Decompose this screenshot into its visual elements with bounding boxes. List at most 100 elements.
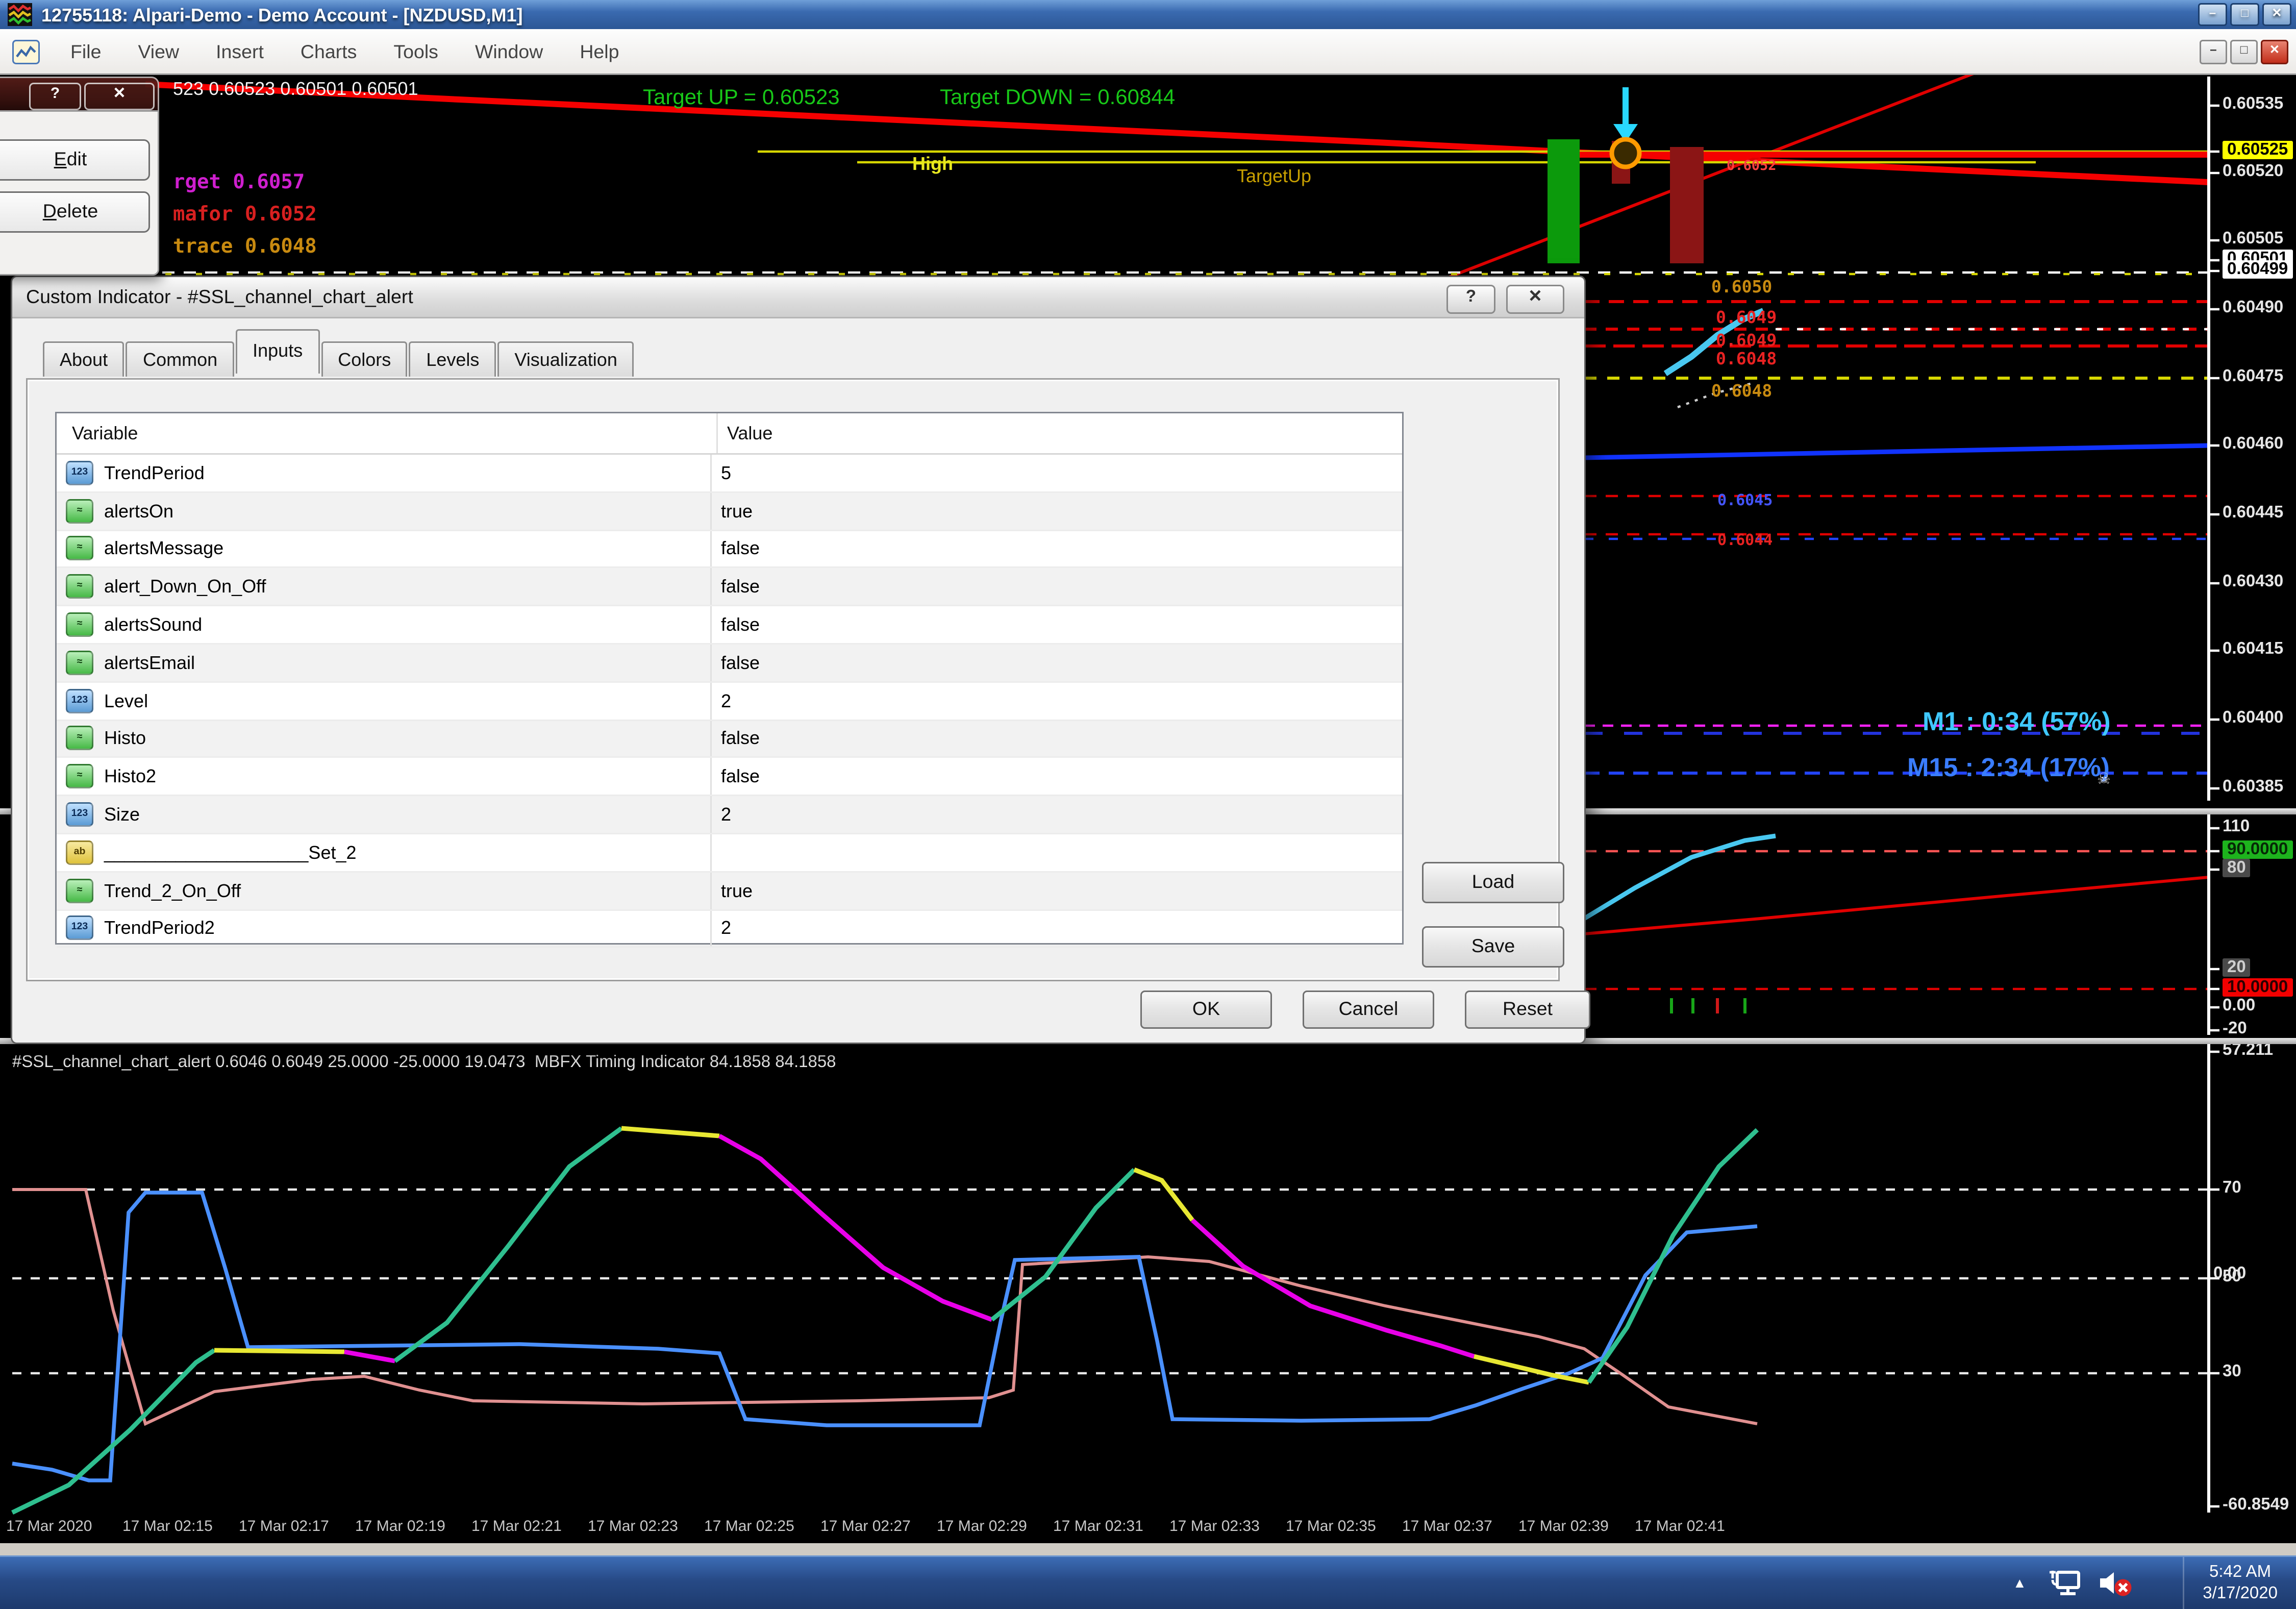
target-up-label: Target UP = 0.60523 xyxy=(643,84,840,109)
chart-minimize-button[interactable]: – xyxy=(2200,39,2227,64)
menu-item-view[interactable]: View xyxy=(119,35,197,68)
table-row[interactable]: 123Level2 xyxy=(57,682,1402,720)
value-cell[interactable]: false xyxy=(712,538,760,559)
boolean-type-icon: ≈ xyxy=(66,612,93,637)
tray-expand-icon[interactable]: ▲ xyxy=(2013,1575,2027,1591)
menu-bar: FileViewInsertChartsToolsWindowHelp – □ … xyxy=(0,29,2296,75)
indicator-readout: rget 0.6057 xyxy=(173,171,317,194)
variable-cell: ≈Histo2 xyxy=(57,758,712,795)
value-cell[interactable]: false xyxy=(712,576,760,598)
boolean-type-icon: ≈ xyxy=(66,764,93,789)
menu-item-window[interactable]: Window xyxy=(457,35,561,68)
dialog-tabs: AboutCommonInputsColorsLevelsVisualizati… xyxy=(43,332,636,377)
maximize-button[interactable]: □ xyxy=(2230,3,2259,26)
ok-button[interactable]: OK xyxy=(1140,991,1272,1029)
chart-restore-button[interactable]: □ xyxy=(2230,39,2258,64)
scale-label: 0.60460 xyxy=(2223,435,2283,453)
value-cell[interactable]: true xyxy=(712,880,753,901)
dialog-title-bar[interactable]: Custom Indicator - #SSL_channel_chart_al… xyxy=(12,277,1584,318)
dialog-help-button[interactable]: ? xyxy=(1446,285,1495,314)
table-row[interactable]: ≈Histo2false xyxy=(57,758,1402,796)
number-type-icon: 123 xyxy=(66,688,93,713)
variable-name: Histo xyxy=(104,728,146,749)
clock[interactable]: 5:42 AM 3/17/2020 xyxy=(2183,1557,2296,1609)
variable-cell: ab____________________Set_2 xyxy=(57,834,712,871)
table-row[interactable]: 123Size2 xyxy=(57,797,1402,834)
string-type-icon: ab xyxy=(66,840,93,865)
variable-name: Size xyxy=(104,804,140,825)
dialog-close-button[interactable]: ✕ xyxy=(1506,285,1564,314)
clock-date: 3/17/2020 xyxy=(2203,1583,2278,1604)
table-row[interactable]: ab____________________Set_2 xyxy=(57,834,1402,872)
close-button[interactable]: ✕ xyxy=(2262,3,2291,26)
minimize-button[interactable]: – xyxy=(2198,3,2227,26)
delete-button[interactable]: Delete xyxy=(0,191,150,233)
menu-item-tools[interactable]: Tools xyxy=(375,35,457,68)
window-bottom-edge xyxy=(0,1543,2296,1555)
table-header: Variable Value xyxy=(57,413,1402,455)
value-cell[interactable]: true xyxy=(712,500,753,522)
scale-label-overlay: 0.00 xyxy=(2213,1265,2246,1283)
price-annotation: 0.6048 xyxy=(1711,381,1772,401)
cancel-button[interactable]: Cancel xyxy=(1303,991,1434,1029)
table-row[interactable]: ≈alert_Down_On_Offfalse xyxy=(57,568,1402,606)
table-row[interactable]: ≈alertsMessagefalse xyxy=(57,531,1402,568)
price-annotation: 0.6048 xyxy=(1716,349,1777,369)
value-cell[interactable]: 2 xyxy=(712,690,731,711)
reset-button[interactable]: Reset xyxy=(1465,991,1590,1029)
popup-title-bar[interactable]: ? ✕ xyxy=(0,77,159,113)
tab-colors[interactable]: Colors xyxy=(321,341,408,377)
value-cell[interactable]: false xyxy=(712,766,760,787)
price-annotation: 0.6045 xyxy=(1717,493,1773,510)
edit-button[interactable]: Edit xyxy=(0,139,150,181)
tab-inputs[interactable]: Inputs xyxy=(236,329,319,374)
table-row[interactable]: ≈alertsEmailfalse xyxy=(57,645,1402,682)
table-row[interactable]: 123TrendPeriod5 xyxy=(57,455,1402,492)
object-popup-window: ? ✕ Edit Delete xyxy=(0,77,156,273)
price-annotation: 0.6052 xyxy=(1727,159,1777,175)
variable-cell: ≈alertsSound xyxy=(57,607,712,643)
time-axis-label: 17 Mar 02:33 xyxy=(1169,1519,1260,1536)
tab-about[interactable]: About xyxy=(43,341,124,377)
menu-item-file[interactable]: File xyxy=(52,35,119,68)
scale-label: 30 xyxy=(2223,1363,2241,1381)
value-cell[interactable]: 2 xyxy=(712,804,731,825)
value-cell[interactable]: false xyxy=(712,652,760,674)
current-price-tag: 90.0000 xyxy=(2223,840,2292,859)
tab-visualization[interactable]: Visualization xyxy=(497,341,634,377)
time-axis-label: 17 Mar 02:23 xyxy=(588,1519,678,1536)
value-cell[interactable]: 2 xyxy=(712,918,731,939)
table-row[interactable]: ≈Trend_2_On_Offtrue xyxy=(57,872,1402,910)
tab-levels[interactable]: Levels xyxy=(409,341,496,377)
title-bar[interactable]: 12755118: Alpari-Demo - Demo Account - [… xyxy=(0,0,2296,29)
load-button[interactable]: Load xyxy=(1422,862,1564,903)
popup-help-button[interactable]: ? xyxy=(29,83,81,110)
variable-name: TrendPeriod xyxy=(104,462,205,484)
menu-item-insert[interactable]: Insert xyxy=(197,35,282,68)
tab-common[interactable]: Common xyxy=(126,341,234,377)
time-axis[interactable]: 17 Mar 202017 Mar 02:1517 Mar 02:1717 Ma… xyxy=(0,1513,2296,1543)
time-axis-label: 17 Mar 02:35 xyxy=(1286,1519,1376,1536)
volume-muted-icon[interactable] xyxy=(2097,1568,2134,1598)
table-row[interactable]: ≈alertsSoundfalse xyxy=(57,607,1402,645)
value-cell[interactable]: false xyxy=(712,614,760,635)
boolean-type-icon: ≈ xyxy=(66,536,93,561)
table-row[interactable]: ≈Histofalse xyxy=(57,721,1402,758)
save-button[interactable]: Save xyxy=(1422,926,1564,968)
popup-close-button[interactable]: ✕ xyxy=(84,83,155,110)
value-cell[interactable]: 5 xyxy=(712,462,731,484)
menu-item-help[interactable]: Help xyxy=(561,35,637,68)
time-axis-label: 17 Mar 2020 xyxy=(6,1519,92,1536)
chart-close-button[interactable]: ✕ xyxy=(2261,39,2288,64)
taskbar: ▲ 5:42 AM 3/17/2020 xyxy=(0,1555,2296,1609)
time-axis-label: 17 Mar 02:19 xyxy=(355,1519,445,1536)
network-icon[interactable] xyxy=(2048,1568,2082,1598)
indicator-readout: mafor 0.6052 xyxy=(173,204,317,227)
value-cell[interactable]: false xyxy=(712,728,760,749)
time-axis-label: 17 Mar 02:29 xyxy=(937,1519,1027,1536)
column-header-value[interactable]: Value xyxy=(718,423,772,444)
table-row[interactable]: 123TrendPeriod22 xyxy=(57,910,1402,948)
column-header-variable[interactable]: Variable xyxy=(57,413,718,453)
menu-item-charts[interactable]: Charts xyxy=(282,35,375,68)
table-row[interactable]: ≈alertsOntrue xyxy=(57,492,1402,530)
